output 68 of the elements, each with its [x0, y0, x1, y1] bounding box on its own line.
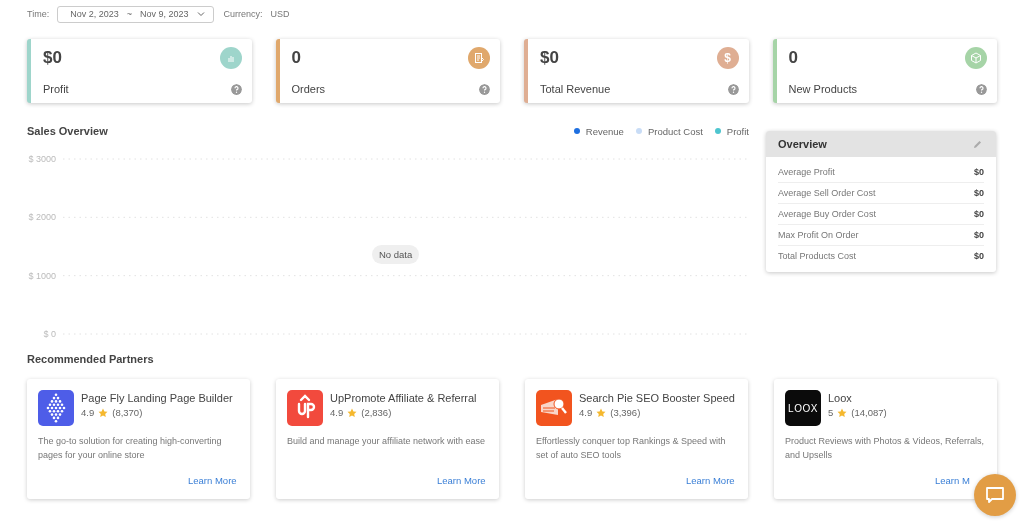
section-title: Recommended Partners [27, 353, 155, 367]
help-icon[interactable] [230, 83, 242, 95]
rating-value: 4.9 [330, 407, 344, 418]
rating-value: 5 [828, 407, 834, 418]
y-tick-label: $ 2000 [28, 212, 56, 223]
pencil-icon[interactable] [973, 139, 982, 149]
start-date: Nov 2, 2023 [70, 9, 119, 19]
app-description: Product Reviews with Photos & Videos, Referrals, and Upsells [785, 435, 985, 462]
end-date: Nov 9, 2023 [140, 9, 189, 19]
rating-value: 4.9 [81, 407, 95, 418]
y-tick-label: $ 3000 [28, 154, 56, 164]
logo-text: LOOX [788, 402, 818, 414]
currency-label: Currency: [223, 9, 263, 19]
learn-more-link[interactable]: Learn M [935, 475, 970, 486]
metric-value: $0 [974, 167, 984, 177]
metric-value: $0 [974, 188, 984, 198]
metric-label: Average Sell Order Cost [778, 188, 876, 198]
legend-label[interactable]: Product Cost [647, 125, 703, 137]
currency-value: USD [270, 9, 290, 19]
chevron-down-icon [196, 10, 205, 18]
metric-label: Average Buy Order Cost [778, 209, 876, 219]
stat-label: Total Revenue [540, 83, 611, 95]
chat-icon[interactable] [985, 485, 1005, 505]
review-count: (8,370) [112, 407, 143, 418]
metric-value: $0 [974, 230, 984, 240]
star-icon [837, 407, 848, 418]
app-name: Page Fly Landing Page Builder [81, 391, 233, 406]
app-description: The go-to solution for creating high-converting pages for your online store [38, 435, 223, 462]
date-separator: ~ [126, 9, 132, 19]
dollar-icon: $ [716, 47, 739, 69]
legend-label[interactable]: Profit [726, 125, 749, 137]
metric-label: Total Products Cost [778, 251, 857, 261]
y-tick-label: $ 1000 [28, 270, 56, 281]
app-description: Effortlessly conquer top Rankings & Speed with set of auto SEO tools [536, 435, 727, 462]
rating-value: 4.9 [579, 407, 593, 418]
legend-label[interactable]: Revenue [585, 125, 624, 137]
time-label: Time: [27, 9, 50, 19]
app-description: Build and manage your affiliate network with ease [287, 435, 486, 448]
learn-more-link[interactable]: Learn More [188, 475, 237, 486]
stat-value: 0 [788, 48, 798, 68]
learn-more-link[interactable]: Learn More [437, 475, 486, 486]
section-title: Sales Overview [27, 125, 108, 137]
stat-value: $0 [540, 48, 559, 68]
learn-more-link[interactable]: Learn More [686, 475, 735, 486]
help-icon[interactable] [976, 83, 987, 95]
help-icon[interactable] [727, 83, 739, 95]
app-name: UpPromote Affiliate & Referral [330, 391, 477, 406]
stat-label: Orders [291, 83, 326, 95]
star-icon [98, 407, 109, 418]
stat-label: New Products [788, 83, 857, 95]
star-icon [347, 407, 358, 418]
stat-label: Profit [43, 83, 69, 95]
review-count: (3,396) [610, 407, 641, 418]
metric-value: $0 [974, 251, 984, 261]
no-data-label: No data [372, 245, 420, 264]
card-title: Overview [778, 138, 827, 150]
review-count: (14,087) [851, 407, 887, 418]
metric-label: Average Profit [778, 167, 835, 177]
app-name: Search Pie SEO Booster Speed [579, 391, 735, 406]
help-icon[interactable] [479, 83, 490, 95]
app-name: Loox [828, 391, 853, 406]
metric-value: $0 [974, 209, 984, 219]
stat-value: 0 [291, 48, 301, 68]
review-count: (2,836) [361, 407, 392, 418]
star-icon [596, 407, 607, 418]
stat-value: $0 [43, 48, 62, 68]
date-range-picker[interactable]: Nov 2, 2023 ~ Nov 9, 2023 [57, 5, 214, 23]
metric-label: Max Profit On Order [778, 230, 859, 240]
